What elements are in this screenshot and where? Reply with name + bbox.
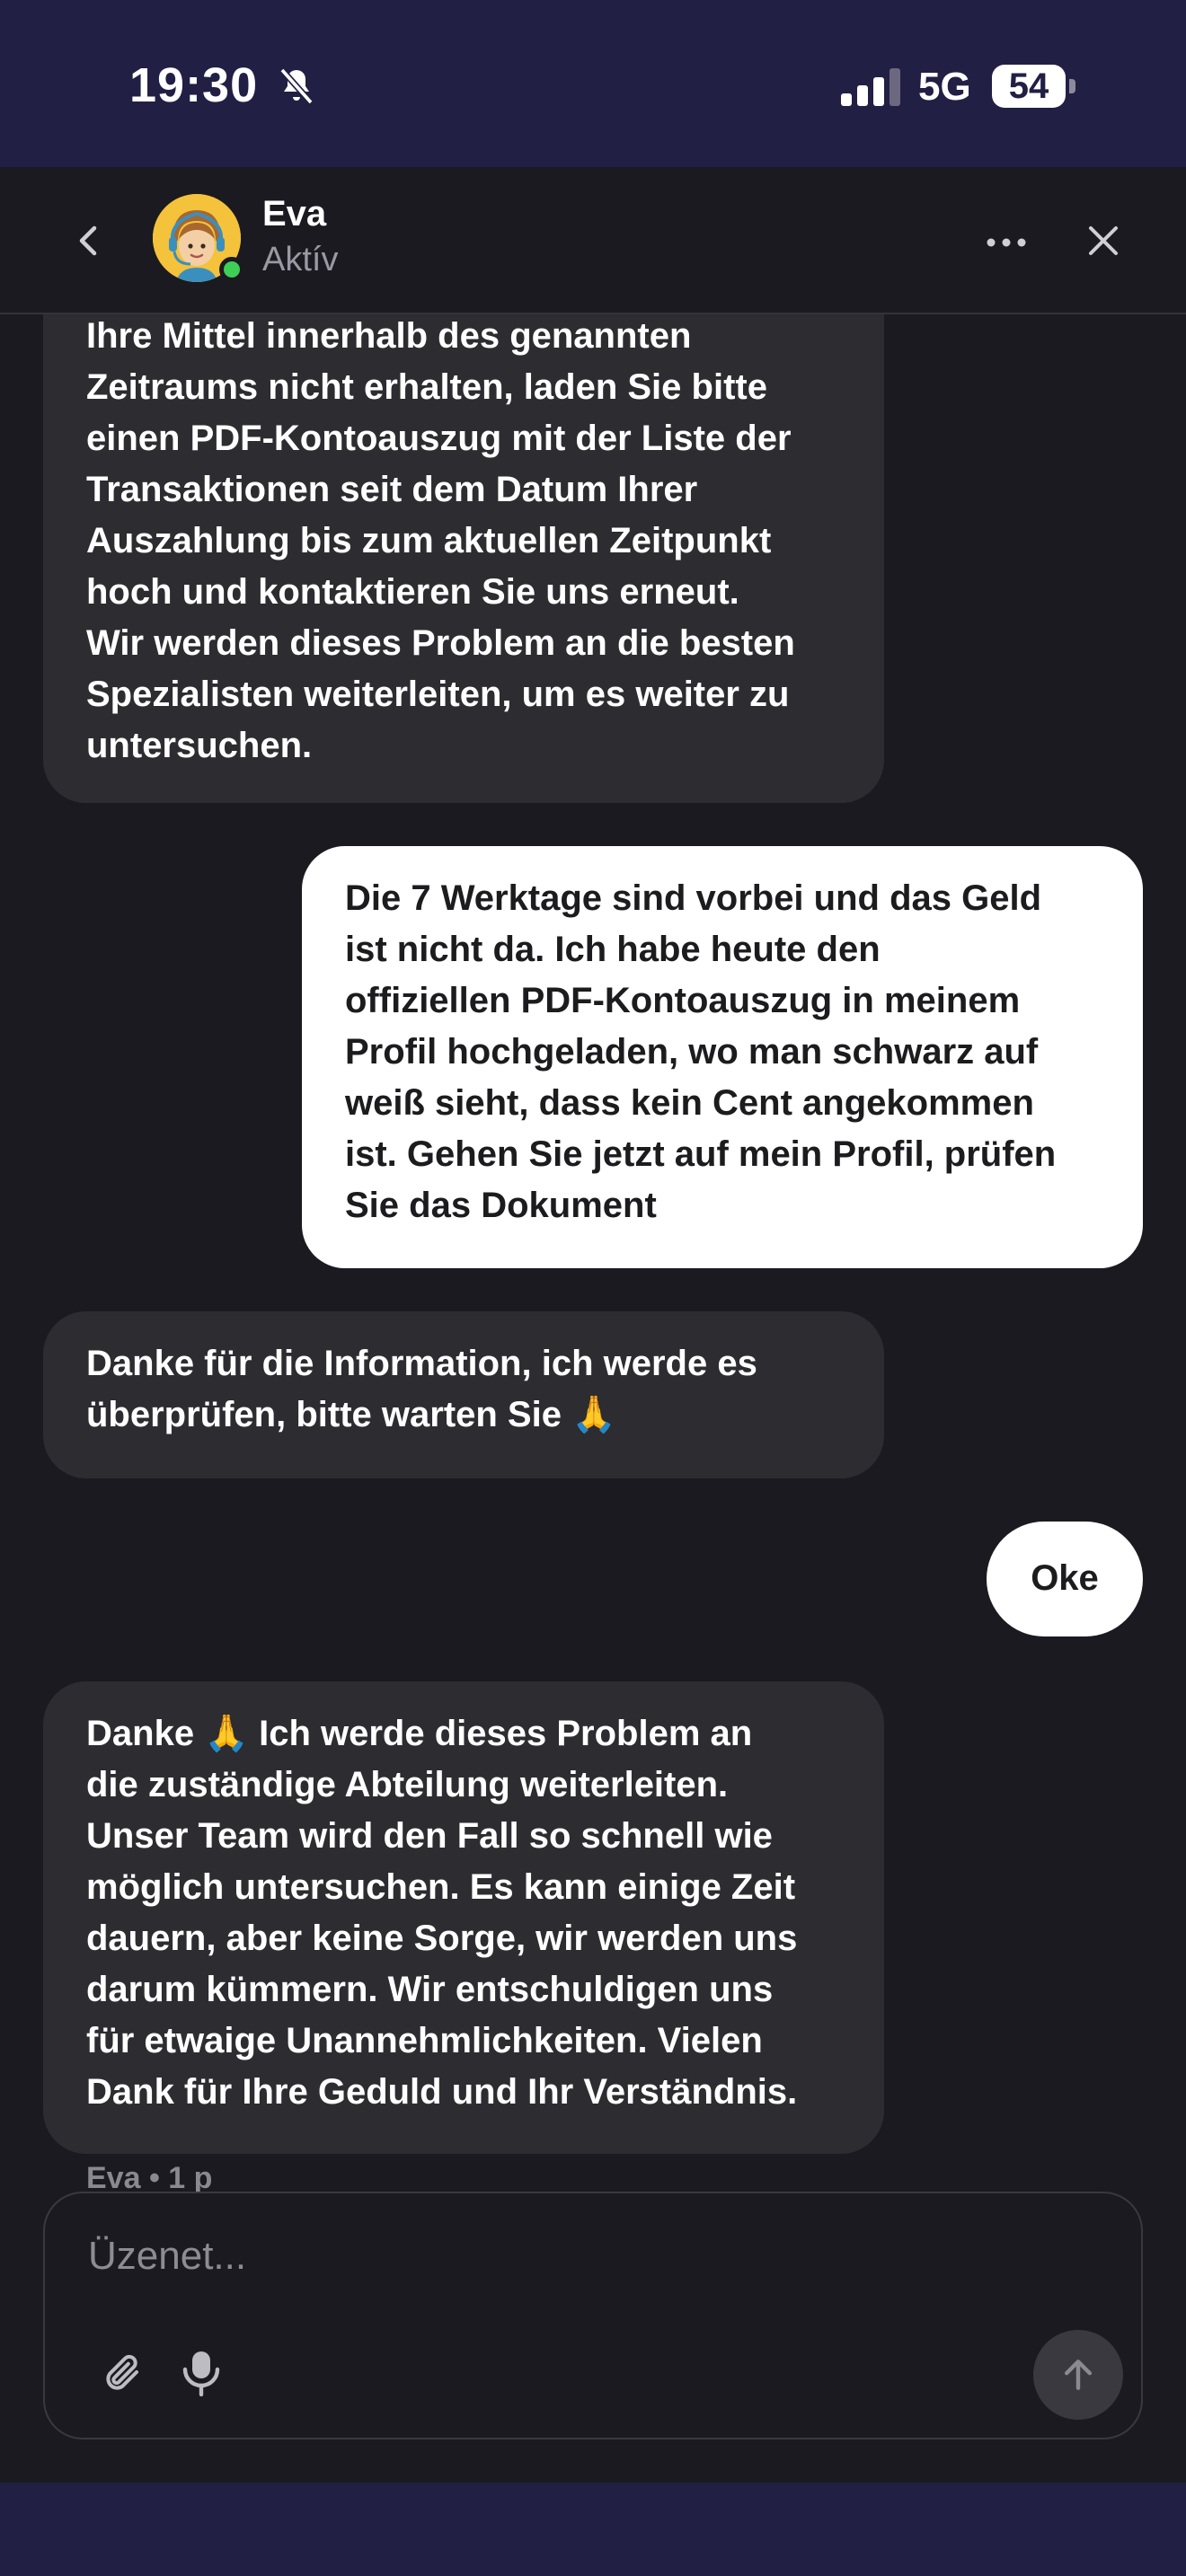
agent-status: Aktív bbox=[262, 241, 339, 278]
agent-message: Ihre Mittel innerhalb des genannten Zeit… bbox=[43, 314, 884, 803]
status-time: 19:30 bbox=[129, 58, 259, 112]
online-status-dot bbox=[219, 257, 244, 282]
more-horizontal-icon bbox=[987, 238, 1026, 247]
bell-off-icon bbox=[279, 67, 314, 105]
network-label: 5G bbox=[918, 65, 971, 109]
battery-indicator: 54 bbox=[992, 65, 1066, 108]
attach-button[interactable] bbox=[97, 2348, 147, 2398]
home-indicator-area bbox=[0, 2483, 1186, 2576]
close-button[interactable] bbox=[1078, 214, 1128, 268]
send-button[interactable] bbox=[1033, 2330, 1123, 2420]
close-icon bbox=[1089, 226, 1118, 255]
agent-message: Danke für die Information, ich werde es … bbox=[43, 1311, 884, 1478]
message-input[interactable] bbox=[88, 2220, 1076, 2292]
status-bar: 19:30 5G 54 bbox=[0, 0, 1186, 167]
more-options-button[interactable] bbox=[979, 221, 1033, 264]
arrow-up-icon bbox=[1064, 2360, 1093, 2390]
agent-name: Eva bbox=[262, 194, 327, 234]
microphone-button[interactable] bbox=[176, 2346, 226, 2400]
back-button[interactable] bbox=[63, 214, 113, 268]
user-message: Die 7 Werktage sind vorbei und das Geld … bbox=[302, 846, 1143, 1268]
chat-header: Eva Aktív bbox=[0, 167, 1186, 314]
message-list[interactable]: Ihre Mittel innerhalb des genannten Zeit… bbox=[0, 314, 1186, 2193]
chevron-left-icon bbox=[79, 225, 97, 256]
microphone-icon bbox=[182, 2351, 220, 2396]
message-composer bbox=[43, 2192, 1143, 2439]
signal-icon bbox=[841, 68, 900, 106]
user-message: Oke bbox=[987, 1522, 1143, 1636]
battery-tip bbox=[1069, 79, 1075, 93]
agent-message: Danke 🙏 Ich werde dieses Problem an die … bbox=[43, 1681, 884, 2154]
paperclip-icon bbox=[106, 2354, 138, 2390]
message-meta: Eva • 1 p bbox=[86, 2161, 213, 2193]
